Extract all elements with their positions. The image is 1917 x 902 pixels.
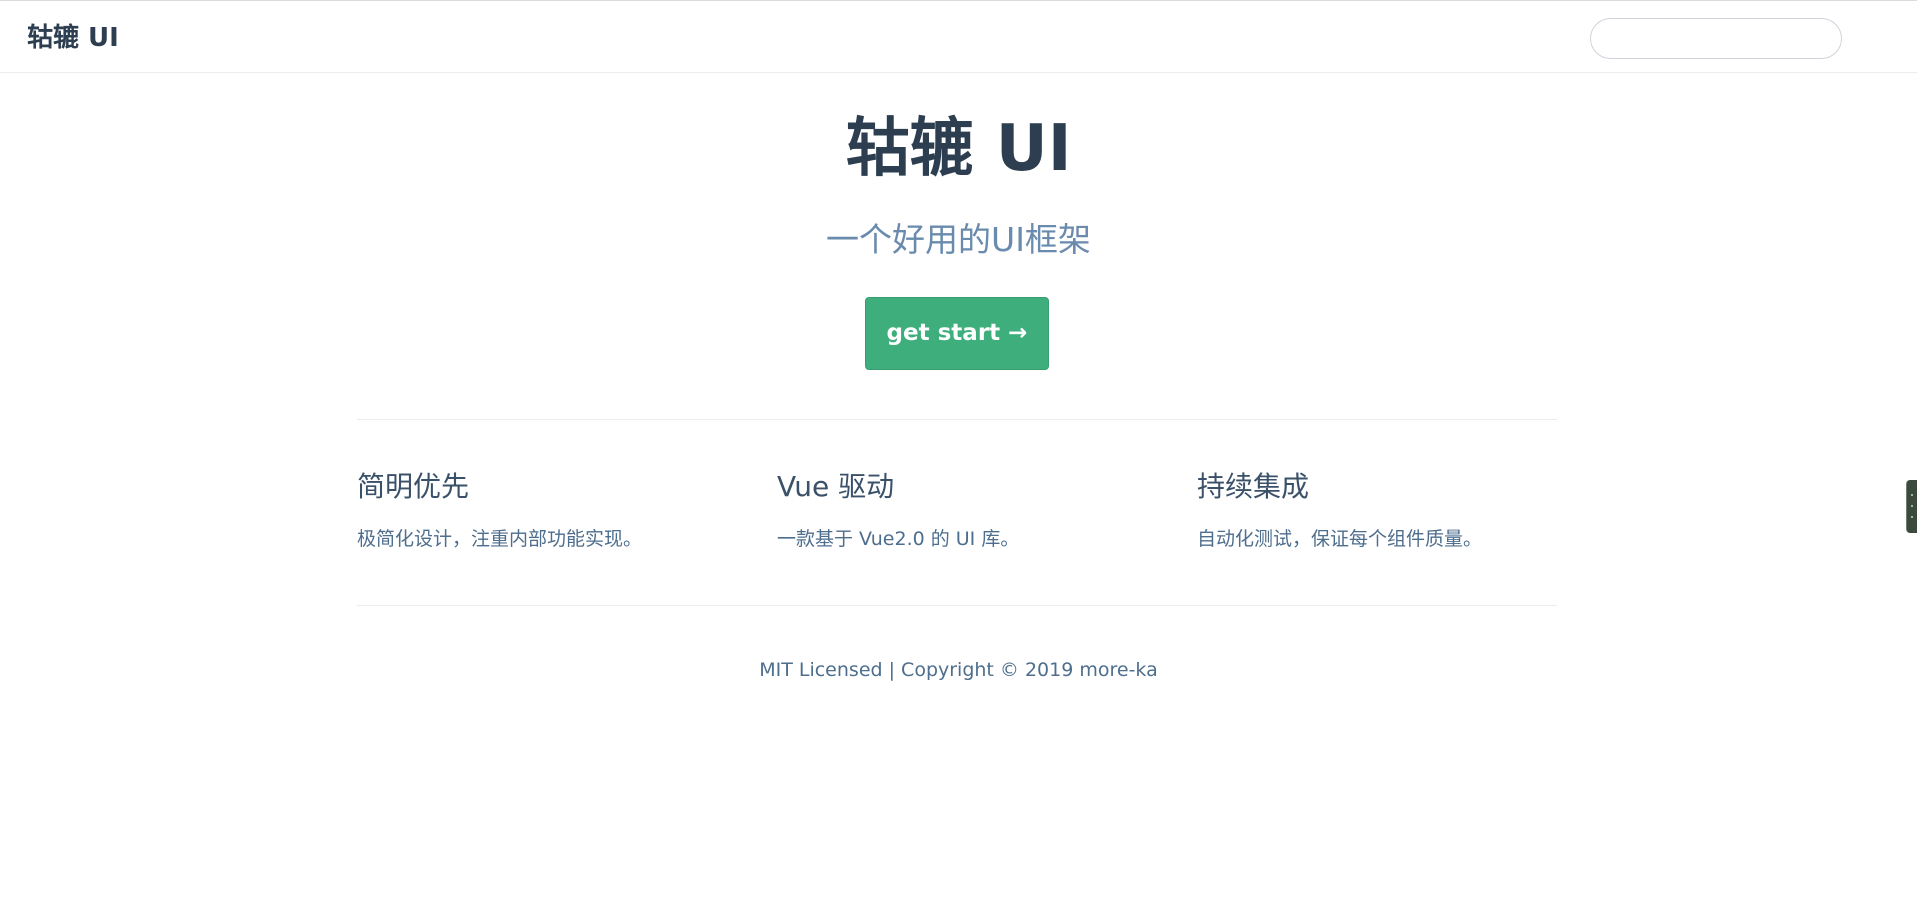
navbar: 轱辘 UI	[0, 0, 1917, 73]
feature-card: 简明优先 极简化设计，注重内部功能实现。	[357, 468, 737, 553]
site-name-link[interactable]: 轱辘 UI	[27, 21, 119, 55]
handle-dot	[1911, 516, 1913, 518]
feature-card: 持续集成 自动化测试，保证每个组件质量。	[1197, 468, 1577, 553]
search-input[interactable]	[1590, 18, 1842, 59]
handle-dot	[1911, 505, 1913, 507]
feature-card: Vue 驱动 一款基于 Vue2.0 的 UI 库。	[777, 468, 1157, 553]
hero-title: 轱辘 UI	[845, 112, 1072, 186]
feature-details: 自动化测试，保证每个组件质量。	[1197, 528, 1483, 550]
feature-title: 持续集成	[1197, 470, 1310, 503]
feature-details: 极简化设计，注重内部功能实现。	[357, 528, 643, 550]
side-panel-handle[interactable]	[1906, 480, 1917, 533]
footer: MIT Licensed | Copyright © 2019 more-ka	[759, 659, 1158, 681]
feature-title: Vue 驱动	[777, 470, 895, 503]
feature-title: 简明优先	[357, 470, 470, 503]
hero-description: 一个好用的UI框架	[826, 220, 1091, 259]
get-start-button[interactable]: get start →	[865, 297, 1049, 370]
handle-dot	[1911, 494, 1913, 496]
features-section: 简明优先 极简化设计，注重内部功能实现。 Vue 驱动 一款基于 Vue2.0 …	[357, 419, 1557, 606]
feature-details: 一款基于 Vue2.0 的 UI 库。	[777, 528, 1020, 550]
